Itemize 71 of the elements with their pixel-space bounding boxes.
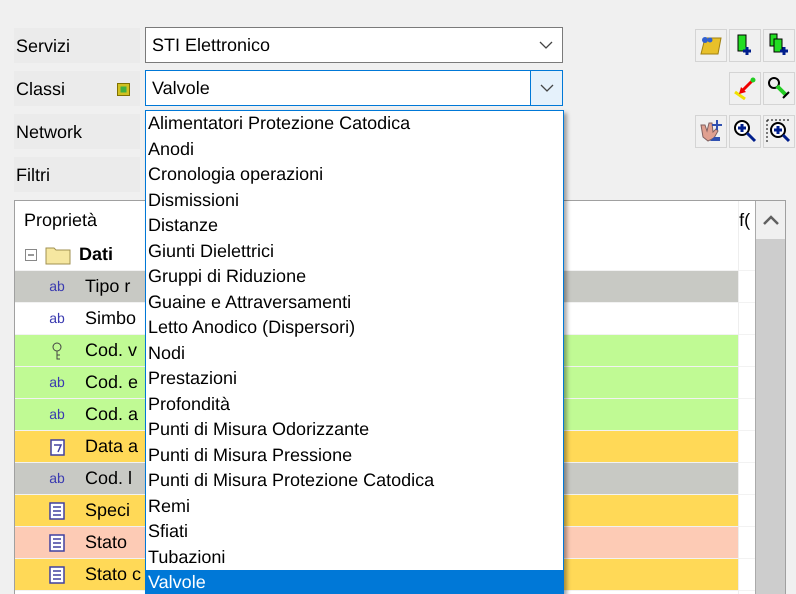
- list-icon: [49, 534, 65, 552]
- dropdown-option[interactable]: Tubazioni: [146, 544, 563, 570]
- property-name: Cod. a: [85, 403, 138, 426]
- zoom-area-icon: [766, 119, 792, 143]
- add-documents-button[interactable]: [763, 28, 795, 62]
- column-header: Proprietà: [24, 208, 98, 232]
- dropdown-option[interactable]: Distanze: [146, 213, 563, 238]
- dropdown-option[interactable]: Punti di Misura Protezione Catodica: [146, 468, 563, 494]
- caret-up-icon: [762, 215, 779, 225]
- dropdown-option[interactable]: Anodi: [146, 136, 563, 162]
- field-label: Classi: [16, 78, 66, 100]
- dropdown-option[interactable]: Prestazioni: [146, 366, 563, 392]
- property-name: Cod. l: [85, 467, 132, 490]
- dropdown-option[interactable]: Giunti Dielettrici: [146, 238, 563, 264]
- arrow-button[interactable]: [729, 72, 761, 104]
- zoom-area-button[interactable]: [763, 114, 795, 148]
- hand-button[interactable]: [695, 114, 727, 148]
- text-type-icon: ab: [49, 404, 65, 425]
- chevron-down-icon: [540, 84, 554, 92]
- scrollbar[interactable]: [755, 201, 786, 594]
- add-documents-icon: [768, 33, 790, 57]
- field-label: Servizi: [16, 34, 70, 58]
- dropdown-field[interactable]: STI Elettronico: [145, 27, 563, 63]
- dropdown-option[interactable]: Profondità: [146, 392, 563, 417]
- property-name: Tipo r: [85, 275, 130, 298]
- note-icon: [699, 34, 723, 56]
- hand-icon: [698, 119, 724, 143]
- dropdown-option[interactable]: Cronologia operazioni: [146, 162, 563, 188]
- zoom-in-icon: [733, 119, 757, 143]
- dropdown-option[interactable]: Dismissioni: [146, 188, 563, 213]
- zoom-in-button[interactable]: [729, 114, 761, 148]
- chevron-down-icon: [539, 41, 553, 49]
- dropdown-option[interactable]: Alimentatori Protezione Catodica: [146, 111, 563, 136]
- key-icon: [51, 342, 63, 360]
- text-type-icon: ab: [49, 276, 65, 297]
- dropdown-option[interactable]: Sfiati: [146, 519, 563, 544]
- field-label: Network: [16, 120, 82, 144]
- dropdown-option[interactable]: Guaine e Attraversamenti: [146, 290, 563, 315]
- property-name: Cod. v: [85, 339, 138, 362]
- dropdown-field[interactable]: Valvole: [145, 70, 563, 106]
- arrow-icon: [733, 76, 757, 100]
- dropdown-option[interactable]: Gruppi di Riduzione: [146, 264, 563, 290]
- dropdown-option[interactable]: Punti di Misura Pressione: [146, 442, 563, 468]
- dropdown-option[interactable]: Punti di Misura Odorizzante: [146, 417, 563, 442]
- dropdown-option[interactable]: Letto Anodico (Dispersori): [146, 315, 563, 340]
- scroll-up-button[interactable]: [756, 201, 786, 239]
- dropdown-option[interactable]: Nodi: [146, 340, 563, 366]
- dropdown-option[interactable]: Valvole: [146, 570, 563, 594]
- class-icon: [117, 82, 130, 96]
- text-type-icon: ab: [49, 468, 65, 489]
- property-name: Speci: [85, 499, 130, 522]
- property-name: Stato: [85, 531, 128, 554]
- note-button[interactable]: [695, 28, 727, 62]
- group-label: Dati: [79, 243, 114, 266]
- list-icon: [49, 566, 65, 584]
- property-name: Simbo: [85, 307, 136, 330]
- calendar-icon: [49, 438, 65, 456]
- text-type-icon: ab: [49, 308, 65, 329]
- lens-button[interactable]: [763, 72, 795, 104]
- property-name: Data a: [85, 435, 138, 458]
- collapse-toggle[interactable]: [25, 248, 37, 260]
- dropdown-option[interactable]: Remi: [146, 494, 563, 519]
- field-label: Filtri: [16, 164, 50, 186]
- text-type-icon: ab: [49, 372, 65, 393]
- folder-icon: [45, 244, 71, 264]
- property-name: Cod. e: [85, 371, 138, 394]
- property-name: Stato c: [85, 563, 142, 586]
- add-document-button[interactable]: [729, 28, 761, 62]
- lens-icon: [767, 76, 791, 100]
- column-header: f(: [739, 208, 750, 232]
- list-icon: [49, 502, 65, 520]
